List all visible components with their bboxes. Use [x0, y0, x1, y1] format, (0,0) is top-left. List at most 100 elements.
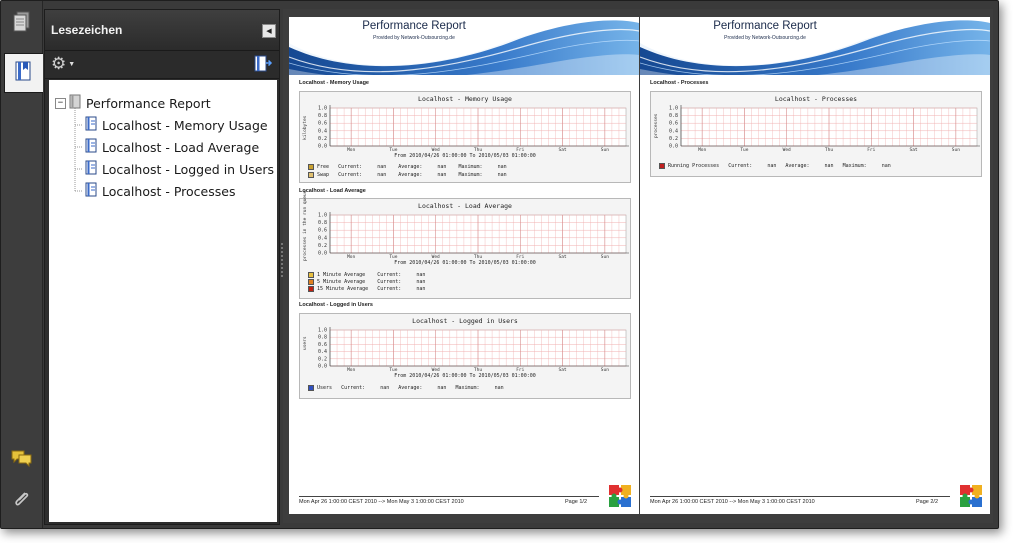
attachments-icon [11, 489, 33, 516]
x-tick-label: Fri [867, 147, 875, 153]
legend-row: 1 Minute Average Current: nan [308, 272, 425, 278]
page-number: Page 1/2 [565, 499, 588, 505]
puzzle-logo-icon [609, 485, 631, 507]
y-tick-label: 0.8 [318, 335, 327, 341]
y-tick-label: 1.0 [669, 106, 678, 112]
legend-text: Users Current: nan Average: nan Maximum:… [317, 385, 504, 391]
y-tick-label: 1.0 [318, 328, 327, 334]
page-number: Page 2/2 [916, 499, 939, 505]
footer-rule [650, 496, 950, 497]
pages-icon [11, 10, 33, 39]
legend-swatch [308, 279, 314, 285]
legend-text: 15 Minute Average Current: nan [317, 286, 426, 292]
puzzle-logo-icon [960, 485, 982, 507]
pages-button[interactable] [4, 5, 40, 43]
y-tick-label: 0.4 [318, 235, 327, 241]
pdf-page: Performance Report Provided by Network-O… [640, 17, 990, 514]
collapse-node-icon[interactable]: − [55, 97, 66, 109]
pdf-page: Performance Report Provided by Network-O… [289, 17, 639, 514]
bookmark-label: Localhost - Load Average [102, 139, 260, 155]
new-bookmark-icon [253, 55, 273, 77]
options-button[interactable]: ⚙ ▼ [51, 55, 75, 73]
y-tick-label: 0.0 [318, 364, 327, 370]
legend-text: Free Current: nan Average: nan Maximum: … [317, 164, 507, 170]
section-heading: Localhost - Logged in Users [299, 302, 373, 308]
report-subtitle: Provided by Network-Outsourcing.de [373, 35, 455, 41]
navigation-rail [1, 1, 43, 528]
y-tick-label: 0.4 [318, 349, 327, 355]
bookmark-item[interactable]: Localhost - Memory Usage [85, 114, 268, 136]
bookmark-icon [85, 160, 97, 178]
bookmarks-icon [13, 59, 35, 88]
report-subtitle: Provided by Network-Outsourcing.de [724, 35, 806, 41]
graph-period: From 2010/04/26 01:00:00 To 2010/05/03 0… [394, 153, 536, 159]
y-tick-label: 0.8 [669, 113, 678, 119]
x-tick-label: Mon [698, 147, 706, 153]
y-tick-label: 0.0 [669, 144, 678, 150]
panel-toolbar: ⚙ ▼ [45, 51, 279, 79]
bookmark-label: Localhost - Memory Usage [102, 117, 268, 133]
graph-period: From 2010/04/26 01:00:00 To 2010/05/03 0… [394, 373, 536, 379]
section-heading: Localhost - Load Average [299, 188, 366, 194]
report-title: Performance Report [713, 20, 817, 32]
panel-header: Lesezeichen ◀ [45, 10, 279, 51]
x-tick-label: Sat [910, 147, 918, 153]
legend-row: Running Processes Current: nan Average: … [659, 163, 891, 169]
y-tick-label: 0.0 [318, 251, 327, 257]
y-tick-label: 0.2 [318, 243, 327, 249]
legend-row: Swap Current: nan Average: nan Maximum: … [308, 172, 507, 178]
legend-swatch [308, 272, 314, 278]
collapse-panel-button[interactable]: ◀ [262, 24, 276, 38]
gear-icon: ⚙ [51, 54, 67, 73]
report-title: Performance Report [362, 20, 466, 32]
comments-button[interactable] [4, 441, 40, 479]
graph-panel: Localhost - Processes processes 0.0 0.2 0.… [650, 91, 982, 177]
footer-range: Mon Apr 26 1:00:00 CEST 2010 --> Mon May… [299, 499, 464, 505]
x-tick-label: Tue [740, 147, 748, 153]
y-tick-label: 0.6 [318, 121, 327, 127]
y-tick-label: 0.0 [318, 144, 327, 150]
triangle-left-icon: ◀ [266, 28, 272, 35]
bookmark-root-label: Performance Report [86, 95, 211, 111]
bookmark-item[interactable]: Localhost - Processes [85, 180, 235, 202]
footer-rule [299, 496, 599, 497]
comments-icon [10, 448, 34, 473]
attachments-button[interactable] [4, 483, 40, 521]
legend-text: Swap Current: nan Average: nan Maximum: … [317, 172, 507, 178]
y-tick-label: 1.0 [318, 213, 327, 219]
new-bookmark-button[interactable] [253, 55, 273, 78]
legend-text: 5 Minute Average Current: nan [317, 279, 426, 285]
panel-title: Lesezeichen [51, 23, 123, 37]
chevron-down-icon: ▼ [68, 60, 76, 68]
bookmark-icon [85, 182, 97, 200]
graph-panel: Localhost - Memory Usage kilobytes 0.0 0.… [299, 91, 631, 183]
y-tick-label: 0.2 [669, 136, 678, 142]
y-tick-label: 1.0 [318, 106, 327, 112]
graph-panel: Localhost - Load Average processes in th… [299, 191, 631, 299]
bookmark-icon [85, 138, 97, 156]
y-tick-label: 0.6 [318, 228, 327, 234]
x-tick-label: Wed [783, 147, 791, 153]
bookmark-icon [85, 116, 97, 134]
y-tick-label: 0.6 [318, 342, 327, 348]
y-tick-label: 0.2 [318, 356, 327, 362]
footer-range: Mon Apr 26 1:00:00 CEST 2010 --> Mon May… [650, 499, 815, 505]
y-tick-label: 0.6 [669, 121, 678, 127]
bookmark-tree: − Performance Report Localhost - Memory … [49, 80, 277, 522]
legend-text: 1 Minute Average Current: nan [317, 272, 426, 278]
grey-bookmark-icon [69, 94, 81, 112]
y-tick-label: 0.8 [318, 220, 327, 226]
legend-row: 5 Minute Average Current: nan [308, 279, 425, 285]
y-tick-label: 0.8 [318, 113, 327, 119]
bookmark-item[interactable]: Localhost - Load Average [85, 136, 259, 158]
x-tick-label: Thu [825, 147, 833, 153]
bookmark-item[interactable]: Localhost - Logged in Users [85, 158, 274, 180]
graph-period: From 2010/04/26 01:00:00 To 2010/05/03 0… [394, 260, 536, 266]
legend-swatch [308, 286, 314, 292]
legend-text: Running Processes Current: nan Average: … [668, 163, 891, 169]
bookmark-root[interactable]: − Performance Report [55, 92, 211, 114]
y-tick-label: 0.4 [669, 128, 678, 134]
bookmarks-button[interactable] [4, 53, 43, 93]
bookmark-label: Localhost - Logged in Users [102, 161, 275, 177]
document-view[interactable]: Performance Report Provided by Network-O… [283, 9, 993, 523]
